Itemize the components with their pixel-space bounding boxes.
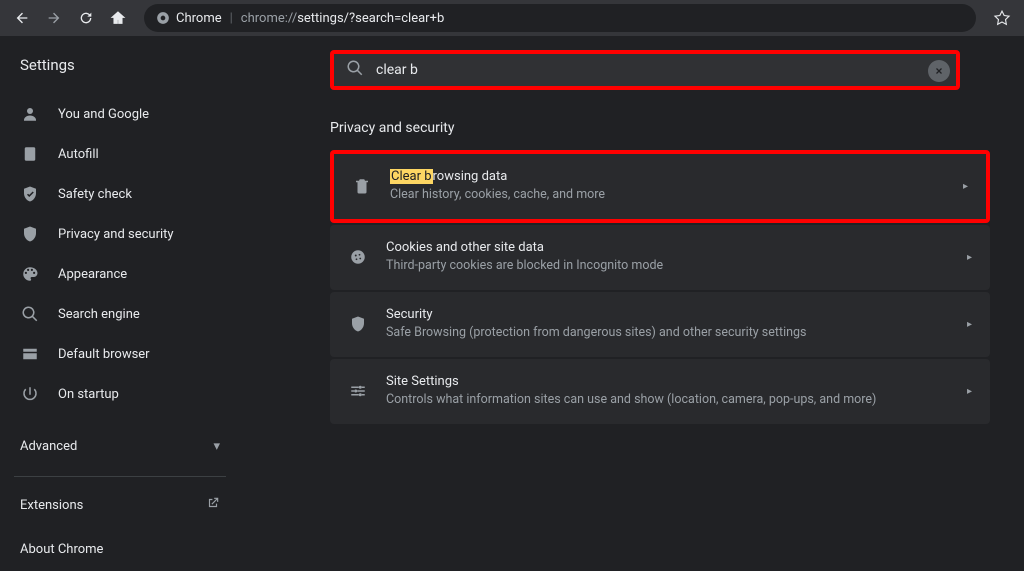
chevron-right-icon: ▸ xyxy=(967,386,972,397)
bookmark-star-icon[interactable] xyxy=(988,4,1016,32)
row-cookies[interactable]: Cookies and other site data Third-party … xyxy=(330,225,990,290)
settings-search-box[interactable] xyxy=(330,50,960,90)
advanced-label: Advanced xyxy=(20,439,77,454)
settings-sidebar: Settings You and Google Autofill Safety … xyxy=(0,36,240,547)
sidebar-item-default-browser[interactable]: Default browser xyxy=(0,334,240,374)
settings-search-input[interactable] xyxy=(376,62,654,78)
shield-icon xyxy=(20,225,40,243)
chevron-right-icon: ▸ xyxy=(963,181,968,192)
external-link-icon xyxy=(206,496,220,514)
cookie-icon xyxy=(348,248,368,266)
sidebar-advanced-toggle[interactable]: Advanced ▾ xyxy=(0,422,240,470)
power-icon xyxy=(20,385,40,403)
sidebar-item-label: On startup xyxy=(58,387,119,402)
page-title: Settings xyxy=(0,56,240,94)
sidebar-item-safety-check[interactable]: Safety check xyxy=(0,174,240,214)
row-site-settings[interactable]: Site Settings Controls what information … xyxy=(330,359,990,424)
browser-toolbar: Chrome | chrome://settings/?search=clear… xyxy=(0,0,1024,36)
section-title-privacy: Privacy and security xyxy=(330,120,1000,136)
sidebar-item-autofill[interactable]: Autofill xyxy=(0,134,240,174)
chevron-right-icon: ▸ xyxy=(967,252,972,263)
chevron-right-icon: ▸ xyxy=(967,319,972,330)
trash-icon xyxy=(352,177,372,195)
sidebar-item-label: Privacy and security xyxy=(58,227,174,242)
nav-home-button[interactable] xyxy=(104,4,132,32)
row-title: Cookies and other site data xyxy=(386,239,949,257)
row-title: Security xyxy=(386,306,949,324)
nav-forward-button[interactable] xyxy=(40,4,68,32)
about-chrome-label: About Chrome xyxy=(20,542,103,557)
sidebar-item-on-startup[interactable]: On startup xyxy=(0,374,240,414)
chevron-down-icon: ▾ xyxy=(213,439,220,454)
sidebar-item-appearance[interactable]: Appearance xyxy=(0,254,240,294)
sidebar-item-label: You and Google xyxy=(58,107,149,122)
sidebar-item-label: Appearance xyxy=(58,267,127,282)
row-security[interactable]: Security Safe Browsing (protection from … xyxy=(330,292,990,357)
chrome-site-icon: Chrome xyxy=(156,11,222,26)
row-subtitle: Clear history, cookies, cache, and more xyxy=(390,186,945,205)
search-icon xyxy=(20,305,40,323)
shield-check-icon xyxy=(20,185,40,203)
url-bar[interactable]: Chrome | chrome://settings/?search=clear… xyxy=(144,4,976,32)
sidebar-item-search-engine[interactable]: Search engine xyxy=(0,294,240,334)
palette-icon xyxy=(20,265,40,283)
row-clear-browsing-data[interactable]: Clear browsing data Clear history, cooki… xyxy=(330,150,990,223)
sidebar-extensions[interactable]: Extensions xyxy=(0,483,240,527)
person-icon xyxy=(20,105,40,123)
search-icon xyxy=(346,59,364,81)
url-text: chrome://settings/?search=clear+b xyxy=(241,11,444,26)
sidebar-item-you-and-google[interactable]: You and Google xyxy=(0,94,240,134)
divider xyxy=(14,476,226,477)
row-title: Site Settings xyxy=(386,373,949,391)
clear-search-button[interactable] xyxy=(928,60,950,82)
row-title: Clear browsing data xyxy=(390,168,945,186)
nav-reload-button[interactable] xyxy=(72,4,100,32)
sidebar-item-label: Default browser xyxy=(58,347,150,362)
sliders-icon xyxy=(348,382,368,400)
sidebar-item-label: Safety check xyxy=(58,187,132,202)
sidebar-item-label: Autofill xyxy=(58,147,99,162)
sidebar-about-chrome[interactable]: About Chrome xyxy=(0,527,240,571)
window-icon xyxy=(20,345,40,363)
url-scheme-label: Chrome xyxy=(176,11,222,26)
sidebar-item-privacy-security[interactable]: Privacy and security xyxy=(0,214,240,254)
extensions-label: Extensions xyxy=(20,498,83,513)
row-subtitle: Safe Browsing (protection from dangerous… xyxy=(386,324,949,343)
clipboard-icon xyxy=(20,145,40,163)
nav-back-button[interactable] xyxy=(8,4,36,32)
settings-main: Privacy and security Clear browsing data… xyxy=(240,36,1024,547)
shield-icon xyxy=(348,315,368,333)
row-subtitle: Controls what information sites can use … xyxy=(386,391,949,410)
row-subtitle: Third-party cookies are blocked in Incog… xyxy=(386,257,949,276)
sidebar-item-label: Search engine xyxy=(58,307,140,322)
